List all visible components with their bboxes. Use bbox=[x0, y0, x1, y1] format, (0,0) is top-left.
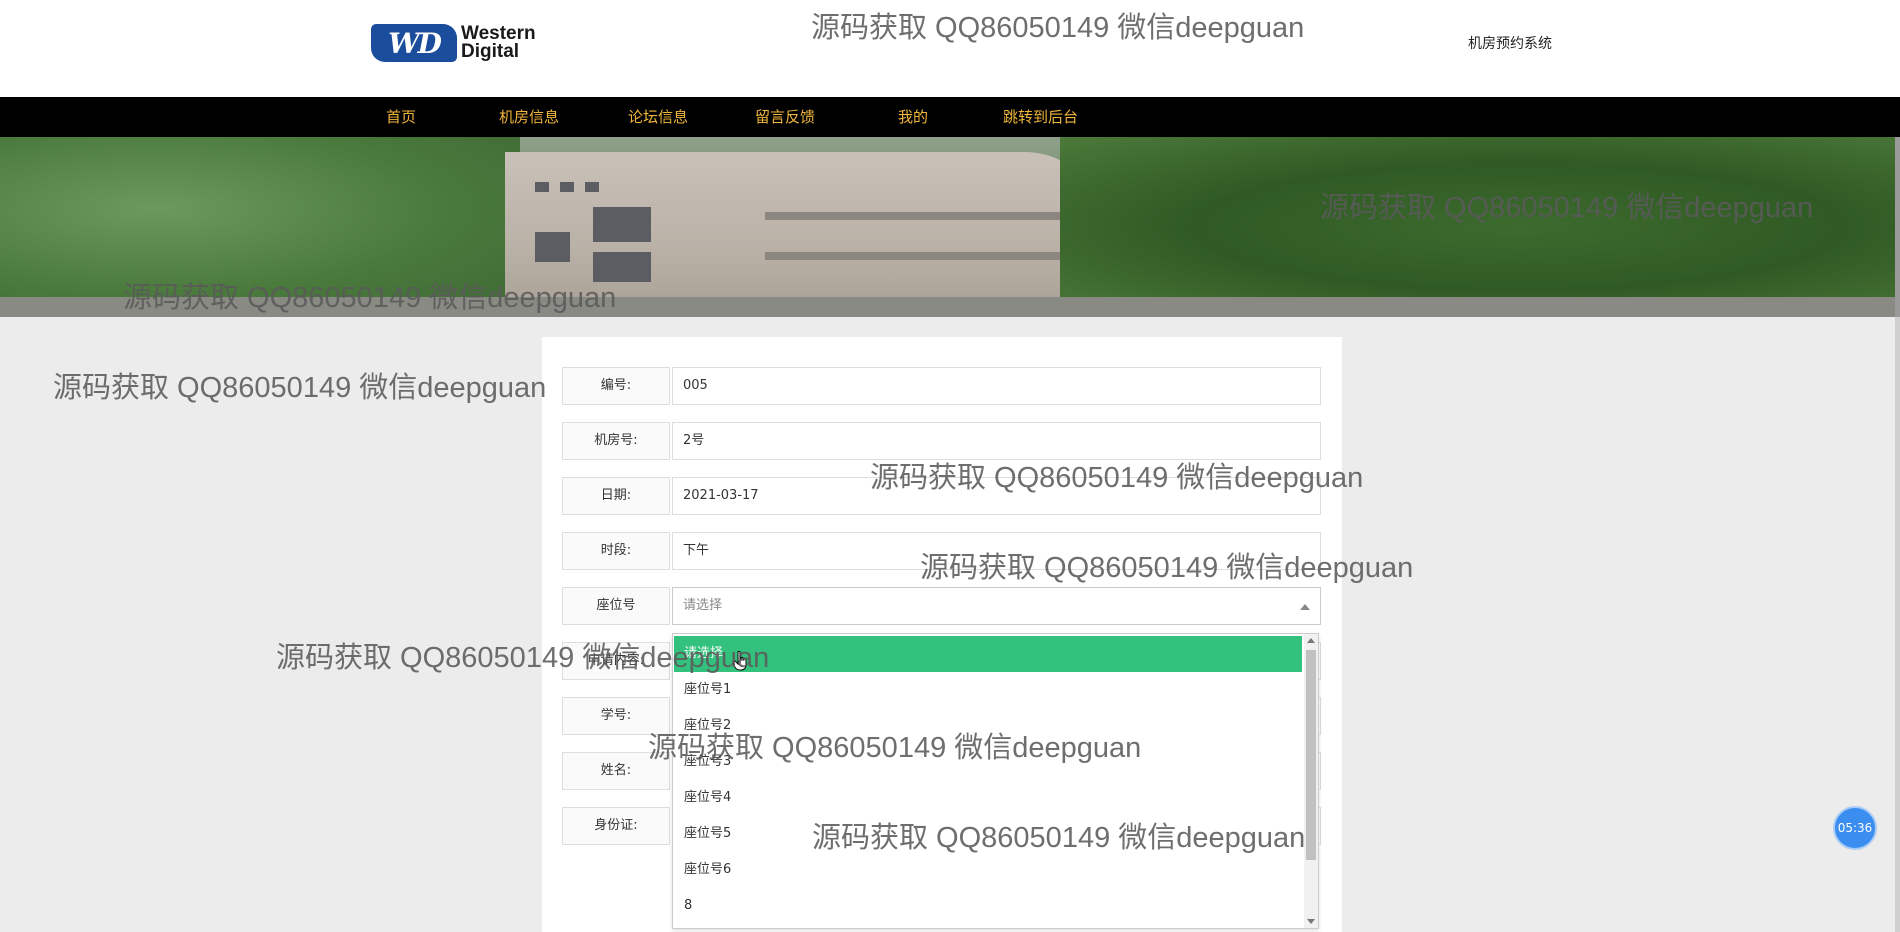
name-label: 姓名: bbox=[562, 752, 670, 790]
seat-dropdown[interactable]: 请选择 座位号1 座位号2 座位号3 座位号4 座位号5 座位号6 8 bbox=[672, 633, 1319, 929]
hand-cursor-icon bbox=[732, 651, 747, 671]
wd-logo-mark: WD bbox=[371, 24, 457, 62]
period-label: 时段: bbox=[562, 532, 670, 570]
logo-line-2: Digital bbox=[461, 41, 520, 62]
room-field[interactable]: 2号 bbox=[672, 422, 1321, 460]
number-label: 编号: bbox=[562, 367, 670, 405]
western-digital-logo[interactable]: WD Western Digital bbox=[371, 22, 561, 64]
dropdown-option[interactable]: 请选择 bbox=[674, 636, 1302, 672]
form-row-period: 时段: 下午 bbox=[562, 532, 1321, 570]
seat-select[interactable]: 请选择 bbox=[672, 587, 1321, 625]
application-label: 申请内容: bbox=[562, 642, 670, 680]
banner-window bbox=[593, 252, 651, 282]
form-row-seat: 座位号 请选择 bbox=[562, 587, 1321, 625]
student-id-label: 学号: bbox=[562, 697, 670, 735]
dropdown-scrollbar[interactable] bbox=[1304, 634, 1318, 928]
banner-window bbox=[585, 182, 599, 192]
banner-window bbox=[593, 207, 651, 242]
dropdown-option[interactable]: 座位号5 bbox=[674, 816, 1302, 852]
banner-window bbox=[560, 182, 574, 192]
id-card-label: 身份证: bbox=[562, 807, 670, 845]
nav-item-home[interactable]: 首页 bbox=[386, 97, 416, 137]
banner-window bbox=[535, 232, 570, 262]
page-scrollbar[interactable] bbox=[1895, 137, 1900, 932]
nav-item-mine[interactable]: 我的 bbox=[898, 97, 928, 137]
dropdown-option[interactable]: 8 bbox=[674, 888, 1302, 924]
banner-building bbox=[505, 152, 1105, 317]
watermark-text: 源码获取 QQ86050149 微信deepguan bbox=[53, 372, 547, 404]
nav-item-forum[interactable]: 论坛信息 bbox=[628, 97, 688, 137]
main-nav: 首页 机房信息 论坛信息 留言反馈 我的 跳转到后台 bbox=[0, 97, 1900, 137]
nav-item-admin[interactable]: 跳转到后台 bbox=[1003, 97, 1078, 137]
clock-widget[interactable]: 05:36 bbox=[1833, 806, 1877, 850]
nav-item-room-info[interactable]: 机房信息 bbox=[499, 97, 559, 137]
banner-window-band bbox=[765, 252, 1085, 260]
dropdown-scrollbar-thumb[interactable] bbox=[1306, 650, 1316, 860]
date-label: 日期: bbox=[562, 477, 670, 515]
dropdown-option[interactable]: 座位号4 bbox=[674, 780, 1302, 816]
page-scrollbar-thumb[interactable] bbox=[1895, 137, 1900, 317]
banner-ground bbox=[0, 297, 1895, 317]
form-row-room: 机房号: 2号 bbox=[562, 422, 1321, 460]
site-title: 机房预约系统 bbox=[1468, 36, 1552, 52]
period-field[interactable]: 下午 bbox=[672, 532, 1321, 570]
dropdown-option[interactable]: 座位号1 bbox=[674, 672, 1302, 708]
caret-up-icon bbox=[1300, 604, 1310, 610]
site-header: WD Western Digital 机房预约系统 bbox=[0, 0, 1900, 97]
seat-select-placeholder: 请选择 bbox=[683, 598, 723, 613]
banner-image bbox=[0, 137, 1895, 317]
banner-window-band bbox=[765, 212, 1065, 220]
seat-label: 座位号 bbox=[562, 587, 670, 625]
dropdown-option[interactable]: 座位号2 bbox=[674, 708, 1302, 744]
form-row-date: 日期: 2021-03-17 bbox=[562, 477, 1321, 515]
banner-trees-left bbox=[0, 137, 520, 317]
form-row-number: 编号: 005 bbox=[562, 367, 1321, 405]
banner-window bbox=[535, 182, 549, 192]
number-field[interactable]: 005 bbox=[672, 367, 1321, 405]
room-label: 机房号: bbox=[562, 422, 670, 460]
dropdown-option[interactable]: 座位号3 bbox=[674, 744, 1302, 780]
date-field[interactable]: 2021-03-17 bbox=[672, 477, 1321, 515]
nav-item-feedback[interactable]: 留言反馈 bbox=[755, 97, 815, 137]
logo-wordmark: Western Digital bbox=[461, 24, 536, 62]
dropdown-option[interactable]: 座位号6 bbox=[674, 852, 1302, 888]
banner-trees-right bbox=[1060, 137, 1895, 317]
scroll-down-icon[interactable] bbox=[1307, 919, 1315, 924]
scroll-up-icon[interactable] bbox=[1307, 638, 1315, 643]
